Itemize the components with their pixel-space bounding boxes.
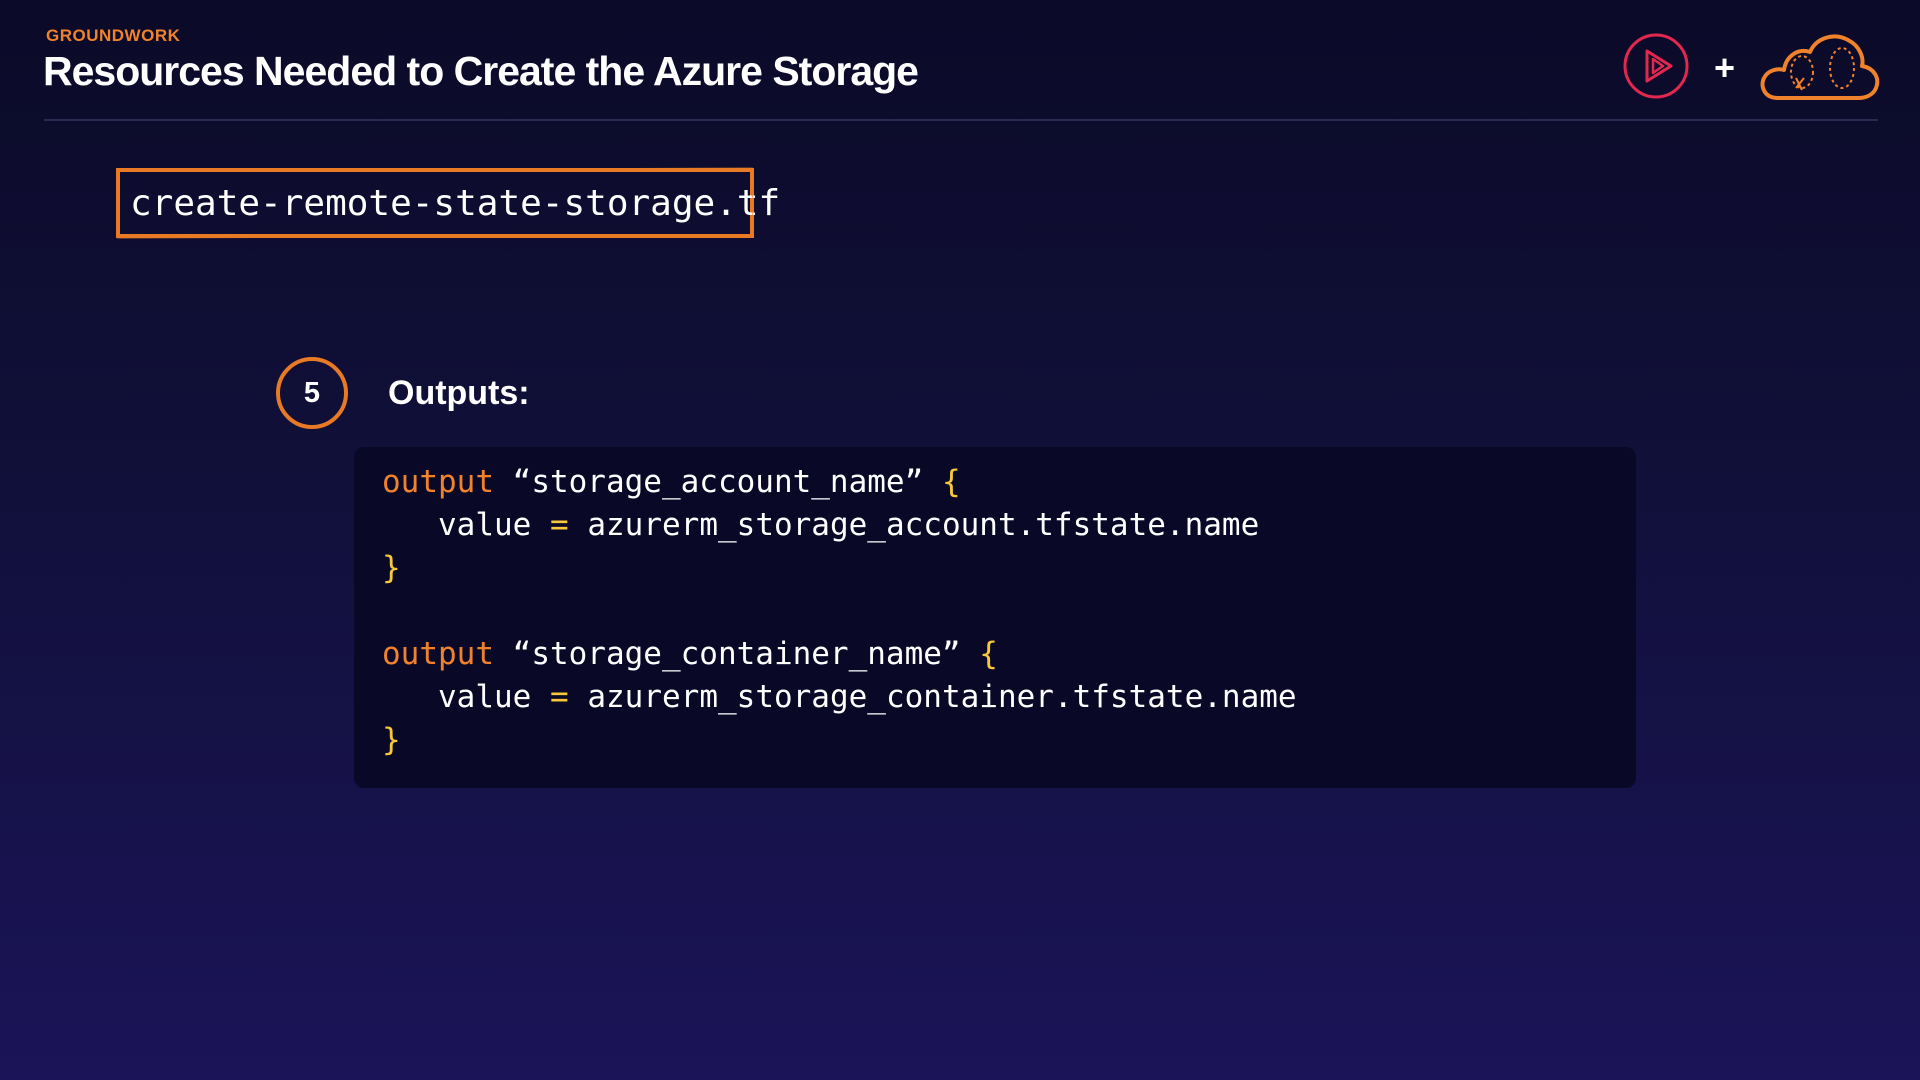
code-keyword: output <box>382 464 494 500</box>
filename-box: create-remote-state-storage.tf <box>116 168 780 238</box>
code-attribute: value <box>438 679 532 715</box>
code-operator: = <box>550 679 569 715</box>
code-line: value = azurerm_storage_container.tfstat… <box>382 676 1636 719</box>
code-brace: { <box>979 636 998 672</box>
code-brace: { <box>941 464 961 500</box>
code-line: value = azurerm_storage_account.tfstate.… <box>382 504 1636 547</box>
code-operator: = <box>550 507 569 543</box>
filename-label: create-remote-state-storage.tf <box>130 182 781 224</box>
code-line: output “storage_account_name” { <box>382 461 1636 504</box>
code-brace: } <box>382 722 401 758</box>
code-attribute: value <box>438 507 532 543</box>
code-line: output “storage_container_name” { <box>382 633 1636 676</box>
code-brace: } <box>382 550 401 586</box>
code-block: output “storage_account_name” { value = … <box>354 447 1636 788</box>
code-line: } <box>382 719 1636 762</box>
header-divider <box>44 119 1878 121</box>
step-number-badge: 5 <box>276 357 348 429</box>
code-expression: azurerm_storage_account.tfstate.name <box>587 507 1260 543</box>
step-label: Outputs: <box>388 374 530 412</box>
code-string: “storage_account_name” <box>512 464 924 500</box>
play-circle-icon <box>1623 33 1689 99</box>
page-title: Resources Needed to Create the Azure Sto… <box>43 48 919 94</box>
code-string: “storage_container_name” <box>512 636 961 672</box>
code-keyword: output <box>382 636 494 672</box>
eyebrow-label: GROUNDWORK <box>46 26 181 45</box>
code-line: } <box>382 547 1636 590</box>
code-expression: azurerm_storage_container.tfstate.name <box>587 679 1297 715</box>
plus-sign: + <box>1714 47 1736 88</box>
cloud-icon <box>1760 34 1880 100</box>
